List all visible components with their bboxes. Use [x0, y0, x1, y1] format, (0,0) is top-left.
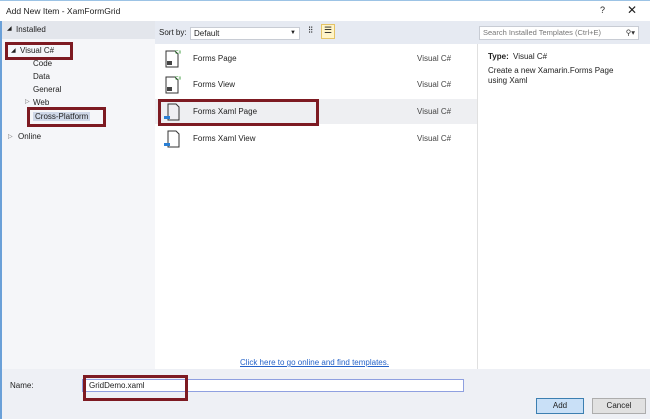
xaml-view-icon — [164, 130, 180, 148]
list-view-icon[interactable]: ☰ — [321, 24, 335, 39]
expanded-arrow-icon: ◢ — [7, 26, 12, 32]
tree-item-general[interactable]: General — [33, 85, 61, 94]
description: Create a new Xamarin.Forms Page using Xa… — [488, 66, 614, 85]
sort-dropdown[interactable]: Default ▼ — [190, 27, 300, 40]
online-templates-link[interactable]: Click here to go online and find templat… — [240, 358, 389, 367]
tree-item-data[interactable]: Data — [33, 72, 50, 81]
sort-label: Sort by: — [159, 28, 187, 37]
highlight-box — [83, 375, 188, 401]
list-item[interactable]: C# Forms View Visual C# — [155, 72, 477, 97]
tree-item-installed[interactable]: ◢ Installed — [2, 21, 155, 39]
collapsed-arrow-icon[interactable]: ▷ — [25, 98, 30, 105]
forms-view-icon: C# — [165, 76, 181, 94]
window-title: Add New Item - XamFormGrid — [6, 6, 121, 16]
template-list: C# Forms Page Visual C# C# Forms View Vi… — [155, 44, 477, 369]
list-item[interactable]: C# Forms Page Visual C# — [155, 46, 477, 71]
add-button[interactable]: Add — [536, 398, 584, 414]
grid-view-icon[interactable]: ⁝⁝ — [308, 25, 313, 36]
svg-text:C#: C# — [175, 76, 181, 82]
type-value: Visual C# — [513, 52, 548, 61]
search-input[interactable]: Search Installed Templates (Ctrl+E) ⚲▾ — [479, 26, 639, 40]
close-button[interactable]: ✕ — [627, 3, 637, 17]
search-icon[interactable]: ⚲▾ — [626, 27, 635, 39]
type-label: Type: — [488, 52, 509, 61]
chevron-down-icon: ▼ — [290, 30, 296, 36]
forms-page-icon: C# — [165, 50, 181, 68]
svg-text:C#: C# — [175, 50, 181, 56]
category-tree: ◢ Installed ◢ Visual C# Code Data Genera… — [0, 21, 155, 369]
highlight-box — [5, 42, 73, 60]
tree-item-online[interactable]: Online — [18, 132, 41, 141]
collapsed-arrow-icon[interactable]: ▷ — [8, 133, 13, 140]
help-button[interactable]: ? — [600, 5, 605, 15]
highlight-box — [27, 107, 106, 127]
tree-item-code[interactable]: Code — [33, 59, 52, 68]
details-pane: Type: Visual C# Create a new Xamarin.For… — [477, 44, 650, 369]
title-bar: Add New Item - XamFormGrid ? ✕ — [0, 0, 650, 21]
highlight-box — [158, 99, 319, 126]
list-item[interactable]: Forms Xaml View Visual C# — [155, 126, 477, 151]
cancel-button[interactable]: Cancel — [592, 398, 646, 414]
tree-item-web[interactable]: Web — [33, 98, 49, 107]
name-label: Name: — [10, 381, 34, 390]
